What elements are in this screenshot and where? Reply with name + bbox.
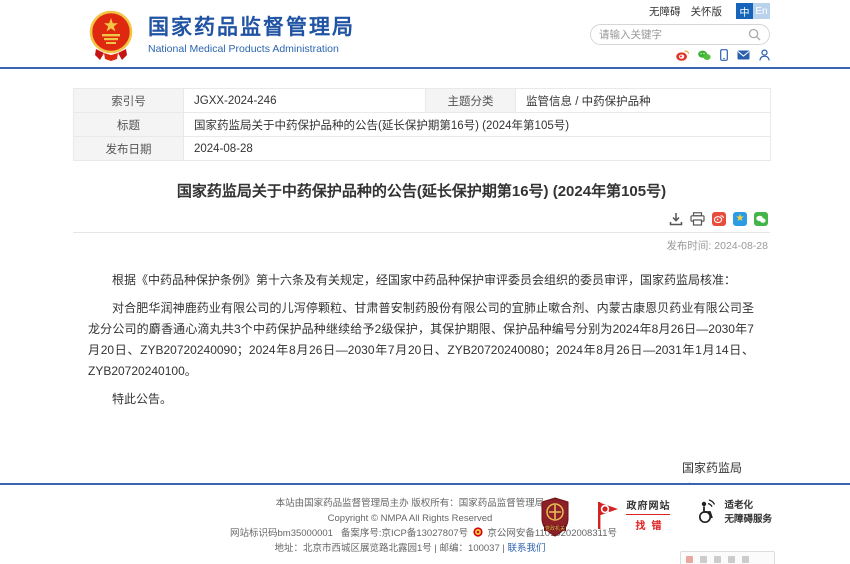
print-icon[interactable] [690,212,705,226]
qzone-share-icon[interactable]: ★ [733,212,747,226]
subject-category-label: 主题分类 [426,89,516,113]
floating-toolbar-partial[interactable] [680,551,775,564]
search-icon[interactable] [748,28,761,41]
toolbar-icon[interactable] [714,556,721,563]
title-divider [73,232,770,233]
error-badge-top-label: 政府网站 [626,497,670,512]
footer-registration-line: 网站标识码bm35000001 备案序号:京ICP备13027807号 京公网安… [230,526,590,541]
error-flag-icon [596,501,620,529]
paragraph: 对合肥华润神鹿药业有限公司的儿泻停颗粒、甘肃普安制药股份有限公司的宜肺止嗽合剂、… [88,298,754,382]
download-icon[interactable] [669,212,683,226]
document-info-table: 索引号 JGXX-2024-246 主题分类 监管信息 / 中药保护品种 标题 … [73,88,771,161]
footer-copyright: Copyright © NMPA All Rights Reserved [230,511,590,526]
nmpa-announcement-page: 国家药品监督管理局 National Medical Products Admi… [0,0,850,564]
icp-number: 备案序号:京ICP备13027807号 [341,528,468,539]
lang-en-button[interactable]: En [753,3,770,19]
footer-text: 本站由国家药品监督管理局主办 版权所有：国家药品监督管理局 Copyright … [230,496,590,556]
site-id-code: 网站标识码bm35000001 [230,528,333,539]
title-label: 标题 [74,113,184,137]
wheelchair-icon [696,498,718,524]
page-title: 国家药监局关于中药保护品种的公告(延长保护期第16号) (2024年第105号) [73,180,770,201]
address-text: 地址：北京市西城区展览路北露园1号 | 邮编：100037 | [275,543,505,554]
error-badge-divider [626,514,670,515]
table-row: 标题 国家药监局关于中药保护品种的公告(延长保护期第16号) (2024年第10… [74,113,771,137]
article-body: 根据《中药品种保护条例》第十六条及有关规定，经国家中药品种保护审评委员会组织的委… [73,270,770,410]
error-badge-bottom-label: 找错 [629,517,667,532]
footer-badges: 党政机关 政府网站 找错 [540,497,772,537]
publish-time: 发布时间: 2024-08-28 [73,238,770,253]
wechat-share-icon[interactable] [754,212,768,226]
header-social-icons [590,49,770,61]
index-number-label: 索引号 [74,89,184,113]
weibo-icon[interactable] [676,50,689,61]
footer-address-line: 地址：北京市西城区展览路北露园1号 | 邮编：100037 | 联系我们 [230,541,590,556]
mobile-icon[interactable] [720,49,728,61]
wechat-icon[interactable] [698,50,711,61]
care-version-link[interactable]: 关怀版 [691,4,723,19]
contact-us-link[interactable]: 联系我们 [507,543,545,554]
toolbar-icon[interactable] [686,556,693,563]
national-emblem-icon [86,9,136,61]
toolbar-icon[interactable] [742,556,749,563]
publish-time-label: 发布时间: [666,240,711,252]
table-row: 发布日期 2024-08-28 [74,137,771,161]
lang-zh-button[interactable]: 中 [736,3,753,19]
publish-date-value: 2024-08-28 [184,137,771,161]
article-tools: ★ [73,212,770,226]
shield-icon: 党政机关 [540,497,570,537]
table-row: 索引号 JGXX-2024-246 主题分类 监管信息 / 中药保护品种 [74,89,771,113]
government-shield-badge[interactable]: 党政机关 [540,497,570,537]
publish-time-value: 2024-08-28 [714,240,768,252]
elderly-badge-bottom-label: 无障碍服务 [724,511,772,525]
site-title-en: National Medical Products Administration [148,43,355,55]
paragraph: 特此公告。 [88,389,754,410]
search-input[interactable] [599,29,748,41]
header-utility-links: 无障碍 关怀版 中 En [590,2,770,20]
index-number-value: JGXX-2024-246 [184,89,426,113]
site-logo-home-link[interactable]: 国家药品监督管理局 National Medical Products Admi… [86,9,355,61]
subject-category-value: 监管信息 / 中药保护品种 [516,89,771,113]
elderly-accessibility-badge[interactable]: 适老化 无障碍服务 [696,497,772,525]
signature-org: 国家药监局 [73,458,742,479]
user-icon[interactable] [759,49,770,61]
toolbar-icon[interactable] [728,556,735,563]
publish-date-label: 发布日期 [74,137,184,161]
header-divider [0,67,850,69]
site-title-zh: 国家药品监督管理局 [148,15,355,41]
site-header: 国家药品监督管理局 National Medical Products Admi… [0,0,850,67]
title-value: 国家药监局关于中药保护品种的公告(延长保护期第16号) (2024年第105号) [184,113,771,137]
police-badge-icon [473,527,483,537]
main-content: 索引号 JGXX-2024-246 主题分类 监管信息 / 中药保护品种 标题 … [73,88,770,500]
elderly-badge-top-label: 适老化 [724,497,772,511]
website-error-report-badge[interactable]: 政府网站 找错 [596,497,670,532]
mail-icon[interactable] [737,50,750,60]
paragraph: 根据《中药品种保护条例》第十六条及有关规定，经国家中药品种保护审评委员会组织的委… [88,270,754,291]
accessibility-link[interactable]: 无障碍 [649,4,681,19]
shield-label: 党政机关 [545,525,565,532]
weibo-share-icon[interactable] [712,212,726,226]
footer-host-line: 本站由国家药品监督管理局主办 版权所有：国家药品监督管理局 [230,496,590,511]
toolbar-icon[interactable] [700,556,707,563]
site-search [590,24,770,45]
